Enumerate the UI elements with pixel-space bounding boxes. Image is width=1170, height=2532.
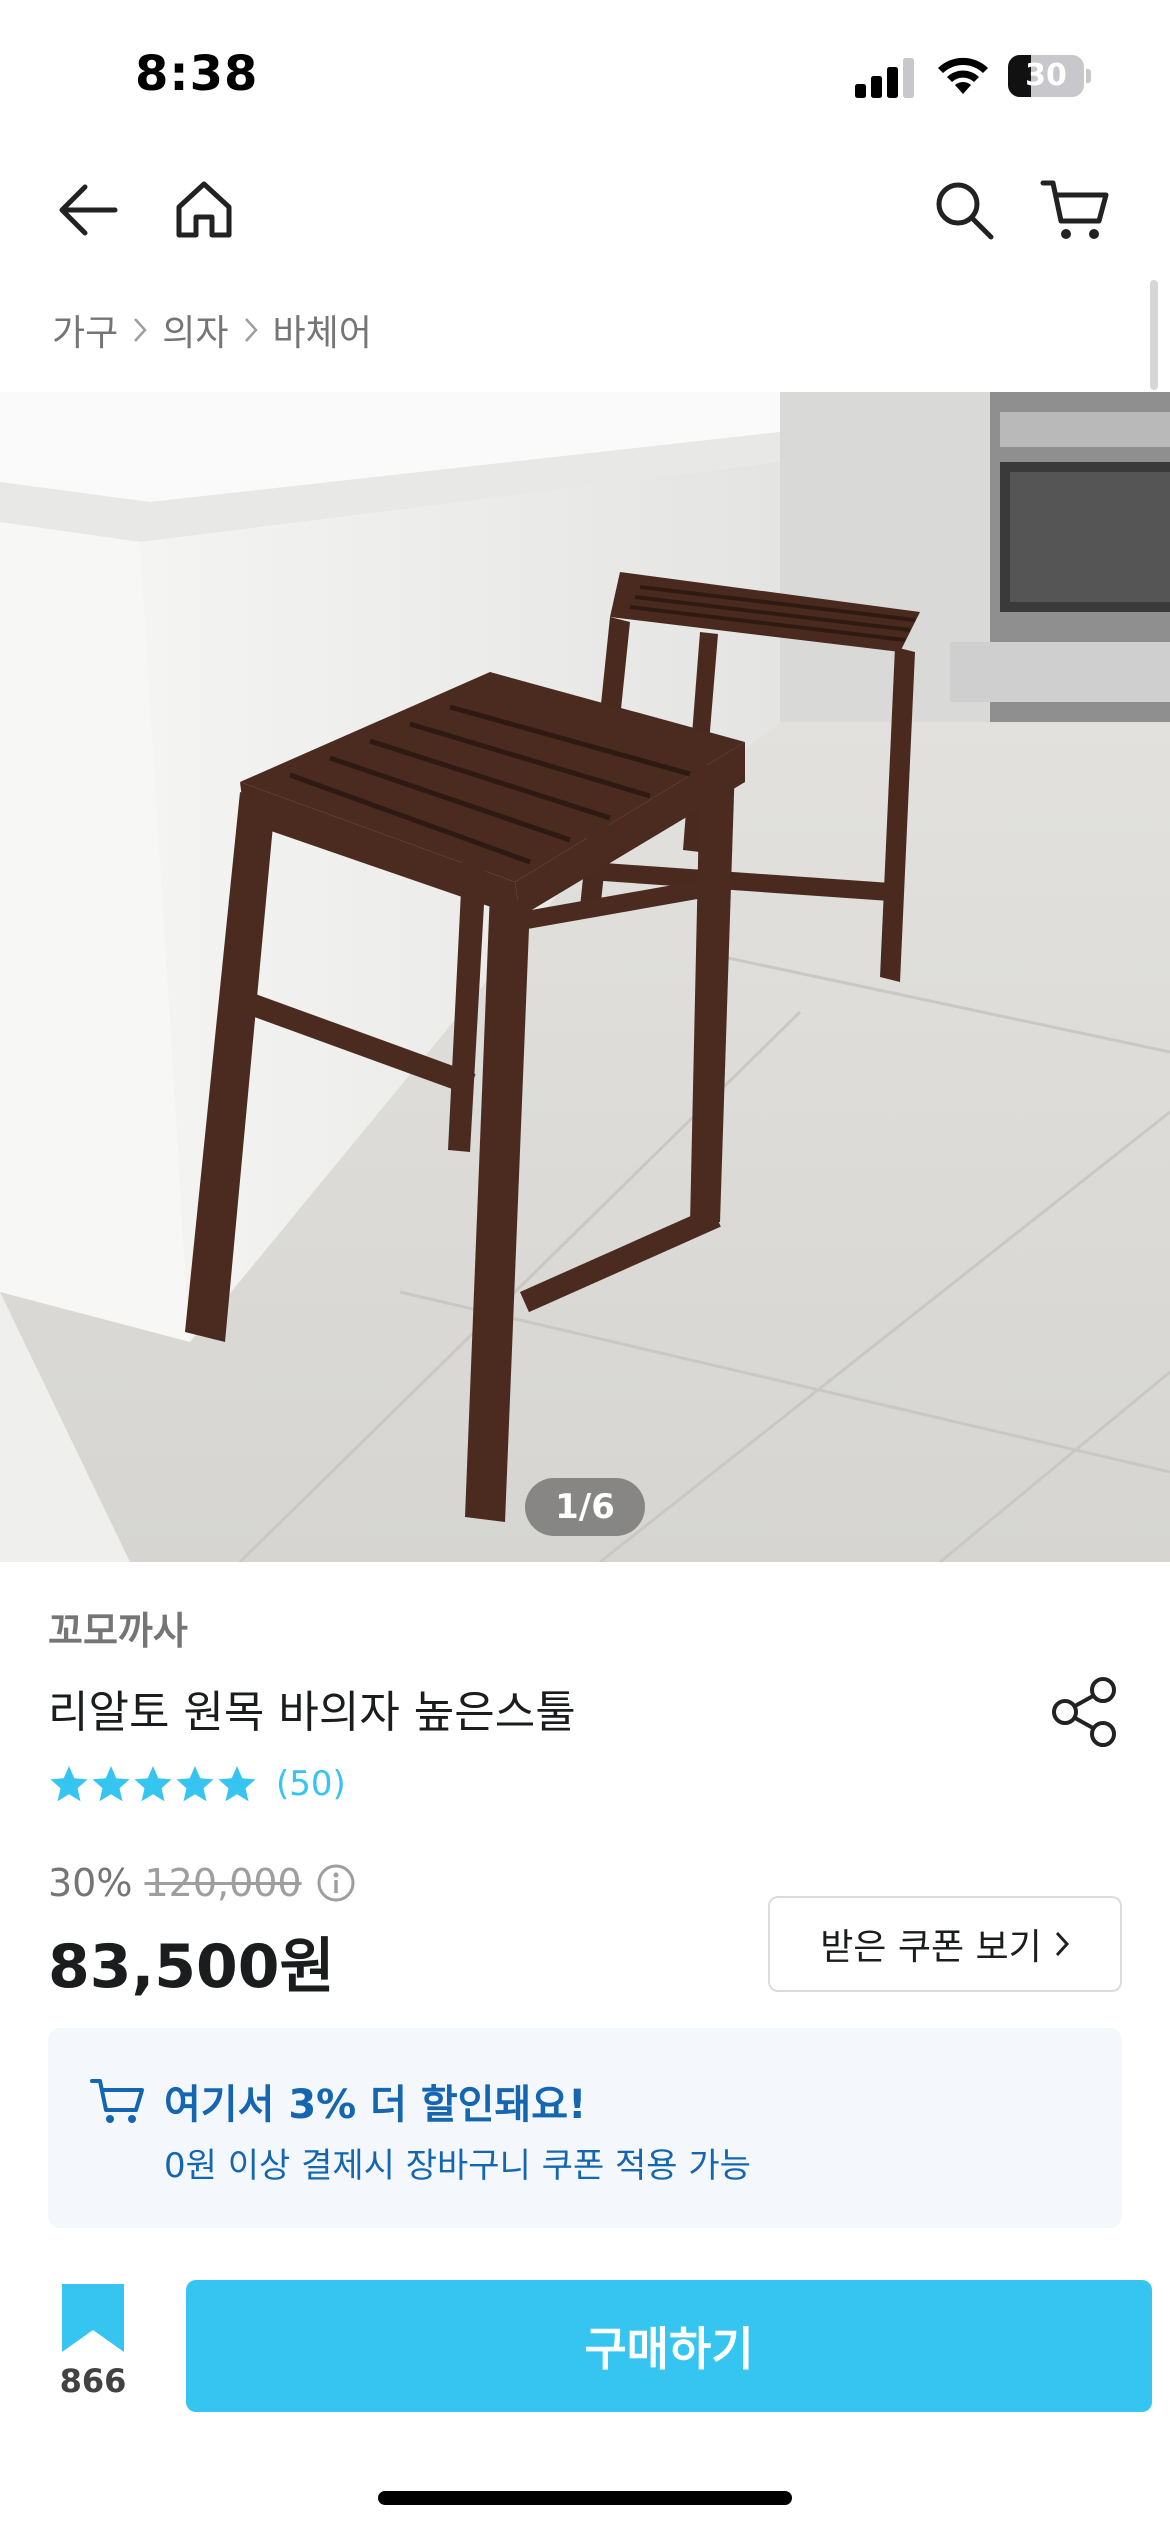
cart-icon <box>90 2079 144 2123</box>
review-count[interactable]: (50) <box>276 1764 346 1804</box>
cellular-signal-icon <box>855 58 914 98</box>
star-icon <box>218 1766 256 1802</box>
product-photo <box>0 392 1170 1562</box>
scrollbar[interactable] <box>1150 280 1158 390</box>
buy-button[interactable]: 구매하기 <box>186 2280 1152 2412</box>
chevron-right-icon <box>132 316 148 344</box>
cart-icon[interactable] <box>1036 170 1116 250</box>
brand-name[interactable]: 꼬모까사 <box>48 1600 188 1655</box>
chevron-right-icon <box>243 316 259 344</box>
breadcrumb-item-bar-chair[interactable]: 바체어 <box>273 304 372 356</box>
original-price: 120,000 <box>144 1861 302 1905</box>
breadcrumb: 가구 의자 바체어 <box>52 305 372 355</box>
discount-rate: 30% <box>48 1861 133 1905</box>
wifi-icon <box>938 57 988 94</box>
view-coupons-button[interactable]: 받은 쿠폰 보기 <box>768 1896 1122 1992</box>
home-indicator[interactable] <box>378 2491 792 2505</box>
product-title: 리알토 원목 바의자 높은스툴 <box>48 1687 576 1738</box>
back-arrow-icon[interactable] <box>48 170 128 250</box>
status-bar: 8:38 30 <box>0 0 1170 150</box>
rating[interactable]: (50) <box>48 1760 346 1808</box>
search-icon[interactable] <box>924 170 1004 250</box>
buy-button-label: 구매하기 <box>584 2322 754 2376</box>
bookmark-count: 866 <box>59 2362 127 2400</box>
breadcrumb-item-furniture[interactable]: 가구 <box>52 304 118 356</box>
product-image-gallery[interactable] <box>0 392 1170 1562</box>
view-coupons-label: 받은 쿠폰 보기 <box>820 1927 1042 1968</box>
battery-level: 30 <box>1025 58 1067 93</box>
chevron-right-icon <box>1055 1931 1069 1957</box>
battery-icon: 30 <box>1008 55 1091 97</box>
sale-price: 83,500원 <box>48 1932 335 2002</box>
extra-discount-headline: 여기서 3% 더 할인돼요! <box>164 2082 587 2128</box>
breadcrumb-item-chair[interactable]: 의자 <box>162 304 228 356</box>
nav-bar <box>0 150 1170 270</box>
star-icon <box>92 1766 130 1802</box>
star-icon <box>50 1766 88 1802</box>
bookmark-button[interactable]: 866 <box>48 2282 138 2402</box>
extra-discount-banner[interactable]: 여기서 3% 더 할인돼요! 0원 이상 결제시 장바구니 쿠폰 적용 가능 <box>48 2028 1122 2228</box>
star-icon <box>176 1766 214 1802</box>
price-row: 30% 120,000 <box>48 1858 356 1908</box>
gallery-page-indicator: 1/6 <box>525 1478 645 1536</box>
extra-discount-subtext: 0원 이상 결제시 장바구니 쿠폰 적용 가능 <box>164 2146 751 2186</box>
bookmark-icon <box>62 2284 124 2352</box>
star-icon <box>134 1766 172 1802</box>
info-icon[interactable] <box>316 1863 356 1903</box>
share-icon[interactable] <box>1045 1672 1125 1752</box>
status-time: 8:38 <box>135 46 259 102</box>
home-icon[interactable] <box>164 170 244 250</box>
star-rating <box>48 1763 258 1805</box>
